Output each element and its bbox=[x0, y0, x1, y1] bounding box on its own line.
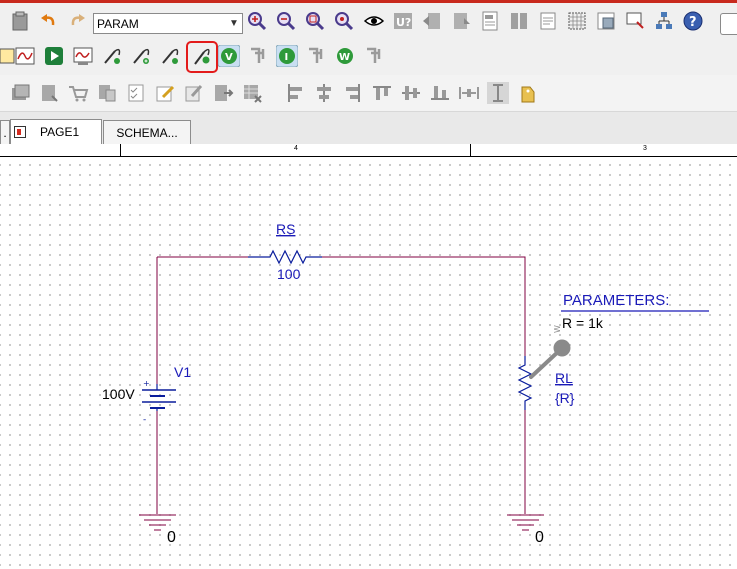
resistor-rl[interactable] bbox=[517, 356, 533, 410]
parameters-value[interactable]: R = 1k bbox=[562, 315, 604, 331]
probe-label: W bbox=[553, 325, 562, 333]
schematic-drawing: RS 100 + - V1 100V RL {R} W PARAMETERS: bbox=[102, 221, 709, 546]
parameters-title[interactable]: PARAMETERS: bbox=[563, 292, 669, 309]
rl-value[interactable]: {R} bbox=[555, 390, 575, 406]
rl-name[interactable]: RL bbox=[555, 370, 573, 386]
ground-left-label: 0 bbox=[167, 529, 176, 546]
resistor-rs[interactable] bbox=[248, 249, 322, 265]
minus-sign: - bbox=[143, 415, 146, 425]
v1-value[interactable]: 100V bbox=[102, 386, 135, 402]
rs-value[interactable]: 100 bbox=[277, 266, 301, 282]
wire[interactable] bbox=[322, 256, 526, 356]
ground-left[interactable] bbox=[139, 514, 176, 531]
rs-name[interactable]: RS bbox=[276, 221, 295, 237]
ground-right-label: 0 bbox=[535, 529, 544, 546]
pspice-window: PARAM ▼ U? ? V I W . PAGE1 SCHEMA... 4 3… bbox=[0, 0, 737, 569]
ground-right[interactable] bbox=[507, 514, 544, 531]
voltage-source-v1[interactable] bbox=[142, 384, 176, 411]
v1-name[interactable]: V1 bbox=[174, 364, 191, 380]
plus-sign: + bbox=[143, 379, 150, 388]
